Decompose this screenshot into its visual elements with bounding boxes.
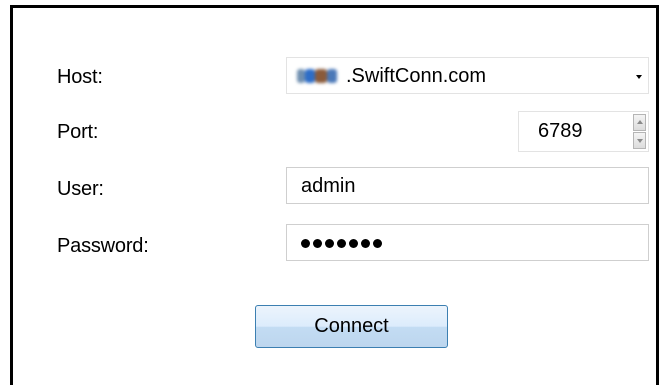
password-mask [301, 239, 382, 248]
spin-up-icon[interactable] [633, 114, 646, 131]
user-input[interactable]: admin [286, 167, 649, 204]
user-value: admin [301, 175, 356, 197]
user-label: User: [57, 178, 104, 200]
connection-dialog: Host: .SwiftConn.com Port: 6789 User: ad… [10, 5, 659, 385]
redacted-host-prefix [297, 69, 341, 83]
port-spinner[interactable]: 6789 [518, 111, 649, 152]
password-label: Password: [57, 235, 149, 257]
connect-button[interactable]: Connect [255, 305, 448, 348]
spin-down-icon[interactable] [633, 132, 646, 149]
host-value: .SwiftConn.com [346, 65, 487, 87]
host-label: Host: [57, 66, 103, 88]
port-label: Port: [57, 121, 99, 143]
chevron-down-icon[interactable] [636, 75, 642, 79]
port-value: 6789 [538, 120, 583, 142]
host-combobox[interactable]: .SwiftConn.com [286, 57, 649, 94]
password-input[interactable] [286, 224, 649, 261]
